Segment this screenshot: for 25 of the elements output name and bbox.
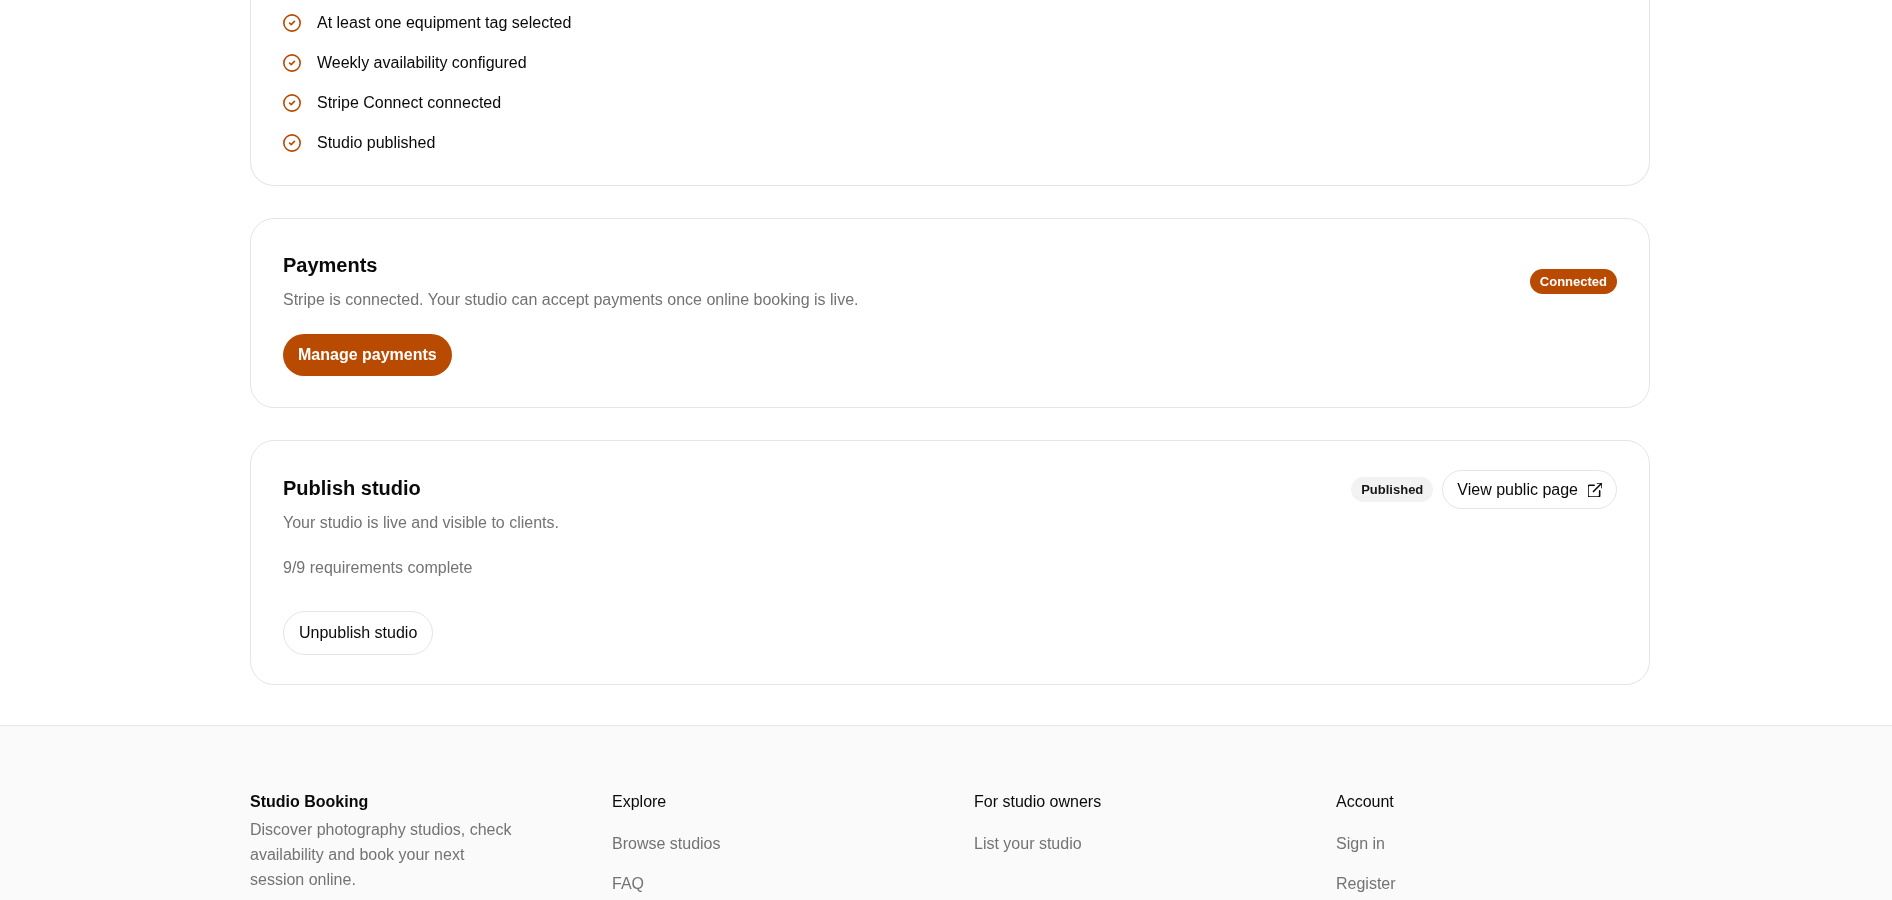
view-public-page-button[interactable]: View public page [1442,470,1617,509]
footer-link[interactable]: List your studio [974,832,1082,856]
checklist-item-label: Weekly availability configured [317,53,527,73]
card-description: Your studio is live and visible to clients. [283,513,559,533]
checklist-item-label: Stripe Connect connected [317,93,502,113]
footer-heading: For studio owners [974,792,1102,812]
manage-payments-button[interactable]: Manage payments [283,334,452,376]
requirements-count: 9/9 requirements complete [283,558,473,578]
unpublish-studio-button[interactable]: Unpublish studio [283,611,434,655]
status-badge: Connected [1529,269,1617,294]
external-link-icon [1588,482,1602,497]
footer-link[interactable]: Sign in [1336,832,1385,856]
card-title: Payments [283,253,378,278]
footer-link[interactable]: Register [1336,872,1396,896]
card-title: Publish studio [283,476,421,501]
footer-link[interactable]: FAQ [612,872,644,896]
card-description: Stripe is connected. Your studio can accept payments once online booking is live. [283,290,859,310]
footer-heading: Account [1336,792,1394,812]
status-badge: Published [1351,477,1434,502]
checklist-item-label: At least one equipment tag selected [317,13,572,33]
footer-link[interactable]: Browse studios [612,832,721,856]
checklist-item-label: Studio published [317,133,436,153]
brand-name: Studio Booking [250,792,369,812]
brand-description: Discover photography studios, check availability and book your next session online. [250,820,513,890]
footer-heading: Explore [612,792,667,812]
